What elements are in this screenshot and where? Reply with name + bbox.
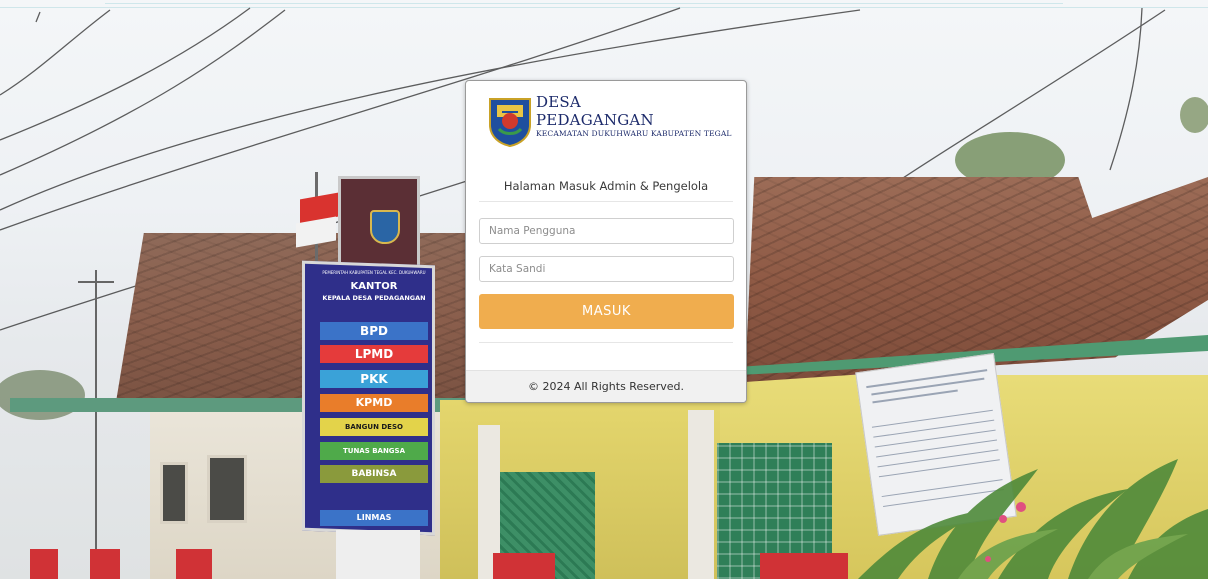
- sign-row: BABINSA: [320, 465, 428, 483]
- window: [160, 462, 188, 524]
- red-fence-post: [176, 549, 212, 579]
- sign-base: [336, 530, 420, 579]
- brand-text: DESA PEDAGANGAN KECAMATAN DUKUHWARU KABU…: [536, 93, 746, 139]
- sign-row: PKK: [320, 370, 428, 388]
- copyright-text: © 2024 All Rights Reserved.: [527, 380, 684, 393]
- sign-title-line2: KEPALA DESA PEDAGANGAN: [322, 294, 426, 302]
- brand-name-line2: PEDAGANGAN: [536, 111, 654, 129]
- password-input[interactable]: [479, 256, 734, 282]
- red-fence-post: [30, 549, 58, 579]
- sign-row: TUNAS BANGSA: [320, 442, 428, 460]
- card-footer: © 2024 All Rights Reserved.: [466, 370, 746, 402]
- red-fence-post: [760, 553, 848, 579]
- sign-row: BANGUN DESO: [320, 418, 428, 436]
- sign-row: LPMD: [320, 345, 428, 363]
- brand-subtitle: KECAMATAN DUKUHWARU KABUPATEN TEGAL: [536, 129, 732, 138]
- window: [207, 455, 247, 523]
- red-fence-post: [90, 549, 120, 579]
- login-button[interactable]: MASUK: [479, 294, 734, 329]
- sign-row: LINMAS: [320, 510, 428, 526]
- plants: [858, 459, 1208, 579]
- login-card: DESA PEDAGANGAN KECAMATAN DUKUHWARU KABU…: [465, 80, 747, 403]
- username-input[interactable]: [479, 218, 734, 244]
- sign-title-line1: KANTOR: [350, 281, 398, 292]
- sign-row: KPMD: [320, 394, 428, 412]
- brand-name-line1: DESA: [536, 93, 581, 111]
- sign-emblem-icon: [370, 210, 400, 244]
- divider: [479, 342, 733, 343]
- login-heading: Halaman Masuk Admin & Pengelola: [503, 179, 709, 193]
- red-fence-post: [493, 553, 555, 579]
- pillar: [688, 410, 714, 579]
- divider: [479, 201, 733, 202]
- sign-row: BPD: [320, 322, 428, 340]
- sign-header-text: PEMERINTAH KABUPATEN TEGAL KEC. DUKUHWAR…: [322, 270, 426, 275]
- kabupaten-tegal-emblem-icon: [489, 98, 531, 147]
